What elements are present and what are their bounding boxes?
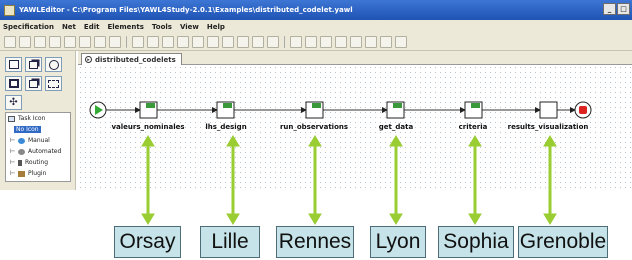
plugin-label: Plugin [28,170,47,177]
undo-button[interactable] [162,35,174,48]
align-center-button[interactable] [207,35,219,48]
city-label-orsay: Orsay [114,226,181,258]
tree-toggle-icon: ⊢ [10,170,16,177]
menu-specification[interactable]: Specification [3,23,54,31]
new-spec-button[interactable] [4,35,16,48]
copy-button[interactable] [305,35,317,48]
condition-tool[interactable] [45,57,62,72]
city-label-rennes: Rennes [276,226,354,258]
tab-distributed-codelets[interactable]: ▸ distributed_codelets [81,53,182,65]
menu-view[interactable]: View [180,23,199,31]
tree-toggle-icon: ⊢ [10,148,16,155]
play-icon: ▸ [85,56,92,63]
window-controls: _ □ [603,3,630,15]
align-middle-button[interactable] [252,35,264,48]
task-icon-automated[interactable]: ⊢ Automated [6,146,70,157]
task-icon-title: Task Icon [18,115,46,122]
redo-button[interactable] [177,35,189,48]
align-top-button[interactable] [237,35,249,48]
menu-edit[interactable]: Edit [84,23,100,31]
manual-icon [18,137,25,144]
toolbar-separator [284,35,285,48]
toolbar-separator [126,35,127,48]
task-icon-plugin[interactable]: ⊢ Plugin [6,168,70,179]
grid-toggle-button[interactable] [350,35,362,48]
decrease-size-button[interactable] [335,35,347,48]
task-icon-manual[interactable]: ⊢ Manual [6,135,70,146]
minimize-button[interactable]: _ [603,3,616,15]
remove-net-button[interactable] [147,35,159,48]
align-left-button[interactable] [192,35,204,48]
zoom-out-button[interactable] [380,35,392,48]
menu-tools[interactable]: Tools [152,23,172,31]
close-spec-button[interactable] [34,35,46,48]
net-canvas[interactable] [78,65,632,190]
task-icon-panel: Task Icon No Icon ⊢ Manual ⊢ Automated ⊢… [5,112,71,182]
square-icon [8,79,19,88]
maximize-button[interactable]: □ [617,3,630,15]
square-icon [8,60,19,69]
composite-task-tool[interactable] [5,76,22,91]
export-button[interactable] [79,35,91,48]
tree-toggle-icon: ⊢ [10,159,16,166]
atomic-task-tool[interactable] [5,57,22,72]
zoom-selected-button[interactable] [395,35,407,48]
menu-elements[interactable]: Elements [107,23,143,31]
task-icon-no-icon[interactable]: No Icon [6,124,70,135]
align-right-button[interactable] [222,35,234,48]
validate-button[interactable] [94,35,106,48]
multiple-instance-task-tool[interactable] [25,57,42,72]
city-label-grenoble: Grenoble [518,226,608,258]
align-bottom-button[interactable] [267,35,279,48]
multi-square-icon [29,60,38,69]
save-spec-button[interactable] [49,35,61,48]
tree-toggle-icon: ⊢ [10,137,16,144]
add-net-button[interactable] [132,35,144,48]
no-icon-label: No Icon [14,126,41,133]
move-cross-icon: ✣ [9,96,18,108]
toolbar [0,33,632,51]
save-as-button[interactable] [64,35,76,48]
net-tab-strip: ▸ distributed_codelets [78,51,632,65]
multi-square-icon [29,79,38,88]
open-spec-button[interactable] [19,35,31,48]
gear-icon [18,148,25,155]
multiple-composite-task-tool[interactable] [25,76,42,91]
tab-label: distributed_codelets [95,55,176,64]
dashed-rect-icon [48,79,59,88]
increase-size-button[interactable] [320,35,332,48]
circle-icon [48,59,59,70]
routing-icon [18,159,22,166]
title-bar: YAWLEditor - C:\Program Files\YAWL4Study… [0,0,632,20]
cut-button[interactable] [290,35,302,48]
manual-label: Manual [28,137,50,144]
element-palette: ✣ Task Icon No Icon ⊢ Manual ⊢ Automated… [0,51,76,190]
task-icon-routing[interactable]: ⊢ Routing [6,157,70,168]
task-icon-root[interactable]: Task Icon [6,113,70,124]
analyse-button[interactable] [109,35,121,48]
marquee-select-tool[interactable] [45,76,62,91]
folder-icon [8,115,15,122]
app-icon [4,4,15,16]
routing-label: Routing [25,159,49,166]
plugin-icon [18,170,25,177]
city-label-lille: Lille [200,226,260,258]
window-title: YAWLEditor - C:\Program Files\YAWL4Study… [19,6,353,14]
menu-net[interactable]: Net [62,23,76,31]
zoom-in-button[interactable] [365,35,377,48]
city-label-lyon: Lyon [370,226,426,258]
menu-help[interactable]: Help [207,23,225,31]
city-label-sophia: Sophia [438,226,514,258]
menu-bar: Specification Net Edit Elements Tools Vi… [0,20,632,33]
drag-tool[interactable]: ✣ [5,95,22,110]
automated-label: Automated [28,148,62,155]
